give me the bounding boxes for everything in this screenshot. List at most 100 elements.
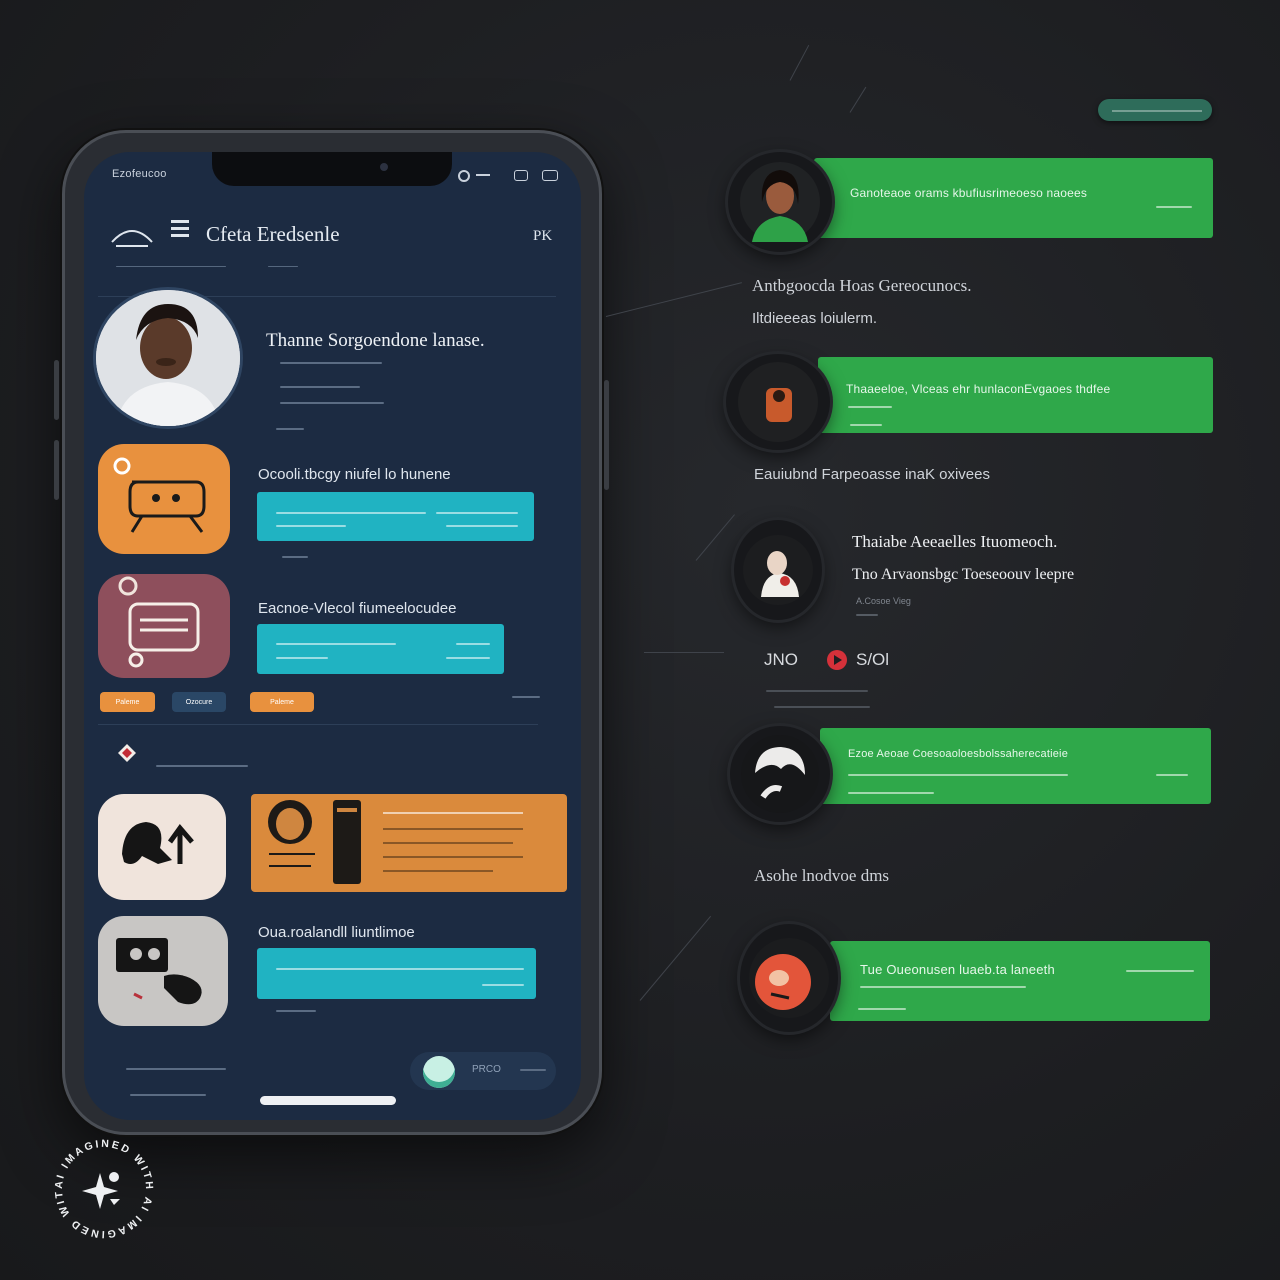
toggle-knob[interactable] <box>423 1056 455 1088</box>
text-line <box>446 657 490 659</box>
text-line <box>482 984 524 986</box>
connector-line <box>639 915 712 1001</box>
tab-line <box>268 266 298 267</box>
text-line <box>383 870 493 872</box>
text-line <box>1126 970 1194 972</box>
text-line <box>848 774 1068 776</box>
small-text: A.Cosoe Vieg <box>856 596 911 606</box>
connector-line <box>644 652 724 653</box>
camera <box>380 163 388 171</box>
text-line <box>774 706 870 708</box>
text-line <box>383 856 523 858</box>
chat-tile-mauve[interactable] <box>98 574 230 678</box>
volume-button <box>54 440 59 500</box>
person-share-icon <box>122 822 194 864</box>
text-line <box>856 614 878 616</box>
tab-line <box>116 266 226 267</box>
text-line <box>848 406 892 408</box>
text-line <box>1156 774 1188 776</box>
text-line <box>130 1094 206 1096</box>
contact-avatar[interactable] <box>734 520 822 620</box>
message-text: Tue Oueonusen luaeb.ta laneeth <box>860 962 1055 977</box>
text-line <box>276 428 304 430</box>
sub-caption: Iltdieeeas loiulerm. <box>752 310 878 327</box>
text-line <box>276 1010 316 1012</box>
text-line <box>280 402 384 404</box>
text-line <box>850 424 882 426</box>
text-line <box>280 386 360 388</box>
inbox-icon <box>118 576 200 668</box>
connector-line <box>849 86 867 113</box>
home-indicator[interactable] <box>260 1096 396 1105</box>
text-line <box>276 657 328 659</box>
chat-label: Eacnoe-Vlecol fiumeelocudee <box>258 600 457 617</box>
chip[interactable]: Paleme <box>250 692 314 712</box>
text-line <box>383 812 523 814</box>
contact-avatar[interactable] <box>740 924 838 1032</box>
divider <box>98 724 538 725</box>
text-line <box>848 792 934 794</box>
battery-icon <box>542 170 558 181</box>
cassette-icon <box>116 938 202 1005</box>
message-text: Thaaeeloe, Vlceas ehr hunlaconEvgaoes th… <box>846 382 1111 396</box>
message-text: Ganoteaoe orams kbufiusrimeoeso naoees <box>850 186 1088 200</box>
chat-label: Ocooli.tbcgy niufel lo hunene <box>258 466 451 483</box>
text-line <box>383 828 523 830</box>
message-bar[interactable] <box>257 948 536 999</box>
label-right: S/Ol <box>856 650 890 669</box>
card-label: Oua.roalandll liuntlimoe <box>258 924 415 941</box>
contact-avatar[interactable] <box>726 354 830 450</box>
text-line <box>126 1068 226 1070</box>
text-line <box>276 525 346 527</box>
label-left: JNO <box>764 650 798 669</box>
text-line <box>383 842 513 844</box>
headline: Tno Arvaonsbgc Toeseoouv leepre <box>852 566 1075 583</box>
text-line <box>280 362 382 364</box>
record-icon[interactable] <box>826 649 848 671</box>
text-line <box>436 512 518 514</box>
text-line <box>1156 206 1192 208</box>
chip[interactable]: Ozocure <box>172 692 226 712</box>
chat-tile-orange[interactable] <box>98 444 230 554</box>
connector-line <box>789 44 810 81</box>
profile-headline: Thanne Sorgoendone lanase. <box>266 330 485 351</box>
menu-icon[interactable] <box>170 218 190 240</box>
message-bar[interactable] <box>257 492 534 541</box>
text-line <box>282 556 308 558</box>
bottom-label: PRCO <box>472 1064 501 1075</box>
contact-avatar[interactable] <box>730 726 830 822</box>
text-line <box>520 1069 546 1071</box>
notch <box>212 152 452 186</box>
caption: Antbgoocda Hoas Gereocunocs. <box>752 276 972 295</box>
message-bar[interactable] <box>257 624 504 674</box>
text-line <box>446 525 518 527</box>
connector-line <box>605 282 742 317</box>
chat-bubble-icon <box>113 457 206 533</box>
text-line <box>276 512 426 514</box>
message-text: Ezoe Aeoae Coesoaoloesbolssaherecatieie <box>848 748 1069 760</box>
chip[interactable]: Paleme <box>100 692 155 712</box>
caption: Asohe lnodvoe dms <box>754 866 890 885</box>
cassette-tile[interactable] <box>98 916 228 1026</box>
wifi-icon <box>458 170 470 182</box>
text-line <box>456 643 490 645</box>
logo-icon <box>110 222 154 250</box>
app-title: Cfeta Eredsenle <box>206 222 340 246</box>
text-line <box>276 968 524 970</box>
contact-avatar[interactable] <box>728 152 832 252</box>
ai-imagined-badge: AI IMAGINED WITH AI IMAGINED WITH <box>43 1124 160 1245</box>
feature-tile[interactable] <box>98 794 226 900</box>
header-action[interactable]: PK <box>533 228 552 245</box>
text-line <box>512 696 540 698</box>
text-line <box>276 643 396 645</box>
text-line <box>860 986 1026 988</box>
shield-icon <box>116 742 138 764</box>
text-line <box>1112 110 1202 112</box>
connector-line <box>695 514 735 561</box>
volume-button <box>54 360 59 420</box>
profile-avatar[interactable] <box>96 290 240 426</box>
status-carrier: Ezofeucoo <box>112 168 167 180</box>
text-line <box>858 1008 906 1010</box>
text-line <box>766 690 868 692</box>
signal-icon <box>476 174 490 176</box>
